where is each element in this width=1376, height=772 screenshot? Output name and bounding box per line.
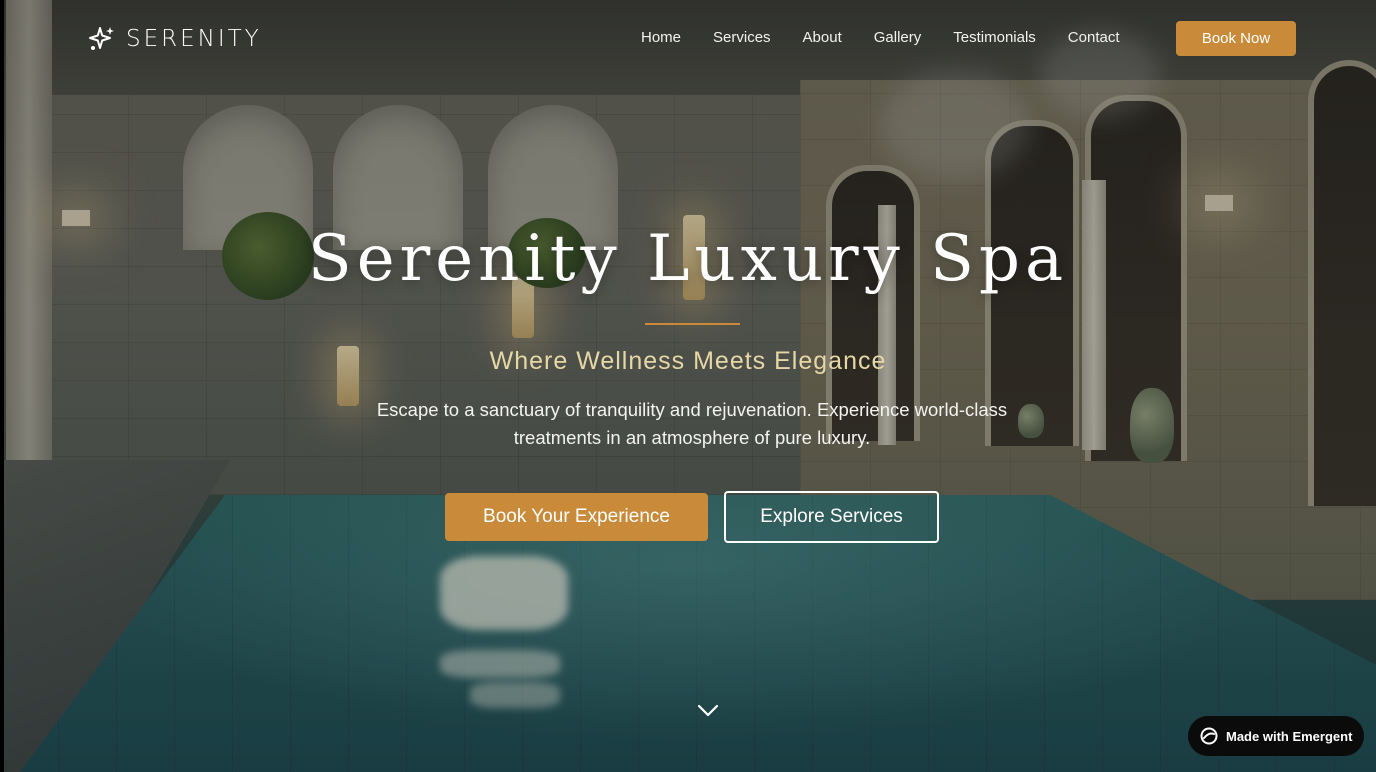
explore-services-button[interactable]: Explore Services (724, 491, 939, 543)
nav-link-testimonials[interactable]: Testimonials (953, 29, 1036, 46)
nav-link-gallery[interactable]: Gallery (874, 29, 922, 46)
brand-name: SERENITY (126, 26, 262, 52)
emergent-logo-icon (1200, 727, 1218, 745)
book-experience-button[interactable]: Book Your Experience (445, 493, 708, 541)
hero-title: Serenity Luxury Spa (307, 222, 1069, 296)
top-nav: SERENITY Home Services About Gallery Tes… (0, 0, 1376, 78)
brand-logo[interactable]: SERENITY (88, 24, 262, 54)
nav-links: Home Services About Gallery Testimonials… (641, 29, 1120, 46)
nav-link-home[interactable]: Home (641, 29, 681, 46)
hero-description: Escape to a sanctuary of tranquility and… (376, 399, 1008, 448)
dark-overlay (0, 0, 1376, 772)
book-now-button[interactable]: Book Now (1176, 21, 1296, 56)
chevron-down-icon[interactable] (697, 702, 719, 718)
nav-link-services[interactable]: Services (713, 29, 771, 46)
made-with-emergent-badge[interactable]: Made with Emergent (1188, 716, 1364, 756)
sparkle-icon (89, 27, 114, 50)
hero-subtitle: Where Wellness Meets Elegance (489, 347, 887, 375)
landing-page: SERENITY Home Services About Gallery Tes… (0, 0, 1376, 772)
window-edge (0, 0, 4, 772)
nav-link-contact[interactable]: Contact (1068, 29, 1120, 46)
title-divider (645, 323, 740, 325)
badge-label: Made with Emergent (1226, 728, 1353, 744)
nav-link-about[interactable]: About (803, 29, 842, 46)
